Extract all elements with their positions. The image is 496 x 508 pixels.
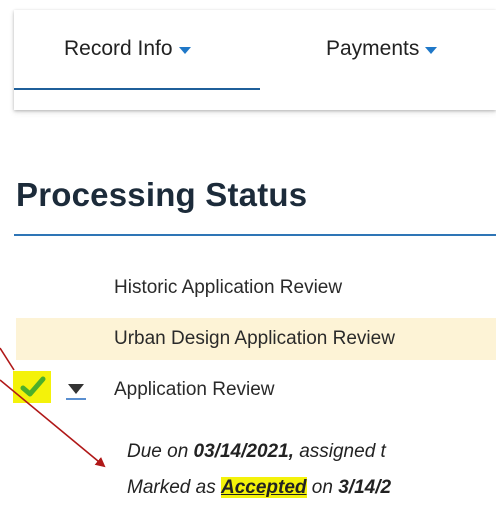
status-item-label: Historic Application Review — [114, 277, 343, 298]
tab-record-info[interactable]: Record Info — [64, 10, 191, 88]
detail-suffix: assigned t — [293, 441, 386, 462]
detail-prefix: Marked as — [127, 477, 221, 498]
accepted-status: Accepted — [220, 477, 307, 498]
active-tab-indicator — [14, 88, 260, 90]
status-item-historic-review[interactable]: Historic Application Review — [0, 267, 496, 309]
arrow-to-check — [0, 347, 15, 371]
section-title: Processing Status — [16, 176, 308, 213]
detail-middle: on — [306, 477, 339, 498]
caret-down-icon — [178, 46, 191, 54]
section-divider — [14, 234, 496, 236]
tab-record-info-label: Record Info — [64, 37, 173, 60]
status-detail: Marked as Accepted on 3/14/2 — [127, 477, 391, 499]
tab-payments-label: Payments — [326, 37, 420, 60]
detail-prefix: Due on — [127, 441, 194, 462]
status-item-application-review[interactable]: Application Review — [0, 369, 496, 411]
caret-down-icon — [425, 46, 438, 54]
page: Record Info Payments Processing Status H… — [0, 0, 496, 508]
marked-date: 3/14/2 — [338, 477, 392, 498]
status-item-urban-design-review[interactable]: Urban Design Application Review — [16, 318, 496, 360]
tab-payments[interactable]: Payments — [326, 10, 438, 88]
due-date: 03/14/2021, — [193, 441, 294, 462]
top-nav-bar: Record Info Payments — [14, 10, 496, 110]
status-item-label: Application Review — [114, 379, 275, 400]
due-date-detail: Due on 03/14/2021, assigned t — [127, 441, 386, 463]
status-item-label: Urban Design Application Review — [114, 328, 395, 349]
